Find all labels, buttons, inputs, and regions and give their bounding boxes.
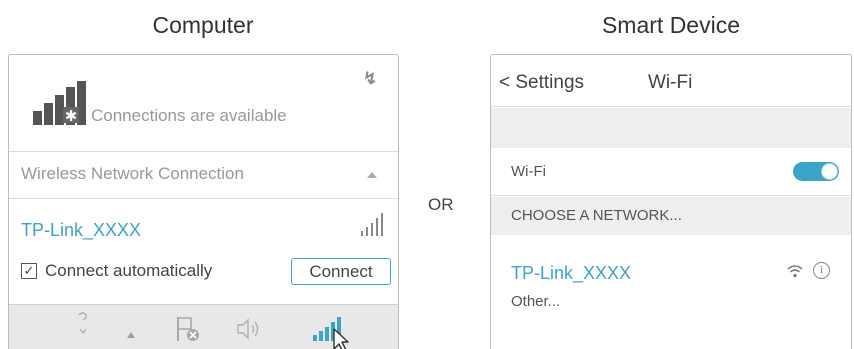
availability-text: Connections are available	[91, 106, 287, 125]
signal-strength-icon	[361, 213, 383, 236]
choose-network-header: CHOOSE A NETWORK...	[491, 197, 851, 235]
network-name-smart-device[interactable]: TP-Link_XXXX	[511, 263, 631, 284]
wireless-connection-section[interactable]: Wireless Network Connection	[9, 153, 398, 199]
section-label: Wireless Network Connection	[21, 164, 244, 183]
toggle-knob	[821, 163, 838, 180]
collapse-arrow-icon[interactable]	[367, 172, 377, 178]
spacer-band	[491, 108, 851, 148]
svg-text:✱: ✱	[65, 107, 78, 125]
network-icon[interactable]	[311, 315, 353, 349]
back-to-settings-link[interactable]: < Settings	[499, 72, 584, 94]
network-bars-icon: ✱	[33, 81, 86, 125]
auto-connect-checkbox[interactable]: ✓	[21, 263, 37, 279]
choose-network-label: CHOOSE A NETWORK...	[511, 207, 682, 224]
computer-network-popup: ✱ ↯ Connections are available Wireless N…	[8, 54, 399, 349]
network-name-computer[interactable]: TP-Link_XXXX	[21, 220, 141, 241]
flag-icon[interactable]	[175, 315, 201, 343]
wifi-signal-icon	[787, 265, 803, 278]
refresh-icon[interactable]: ↯	[363, 69, 377, 89]
taskbar	[9, 304, 398, 349]
other-network-item[interactable]: Other...	[511, 293, 560, 310]
auto-connect-label: Connect automatically	[45, 261, 213, 280]
wifi-label: Wi-Fi	[511, 163, 546, 180]
wifi-toggle-row: Wi-Fi	[491, 148, 851, 196]
connect-button[interactable]: Connect	[291, 258, 391, 285]
smart-device-wifi-screen: < Settings Wi-Fi Wi-Fi CHOOSE A NETWORK.…	[490, 54, 852, 349]
screen-title: Wi-Fi	[648, 72, 693, 93]
info-icon[interactable]: i	[813, 262, 830, 279]
smart-device-heading: Smart Device	[601, 12, 741, 38]
speaker-icon[interactable]	[235, 316, 261, 342]
wifi-toggle[interactable]	[793, 162, 839, 181]
pen-icon[interactable]	[75, 311, 91, 337]
computer-heading: Computer	[152, 12, 254, 38]
up-arrow-icon[interactable]	[127, 332, 135, 338]
nav-bar: < Settings Wi-Fi	[491, 55, 851, 107]
connection-status-area: ✱ ↯ Connections are available	[9, 55, 398, 152]
or-label: OR	[428, 195, 454, 214]
